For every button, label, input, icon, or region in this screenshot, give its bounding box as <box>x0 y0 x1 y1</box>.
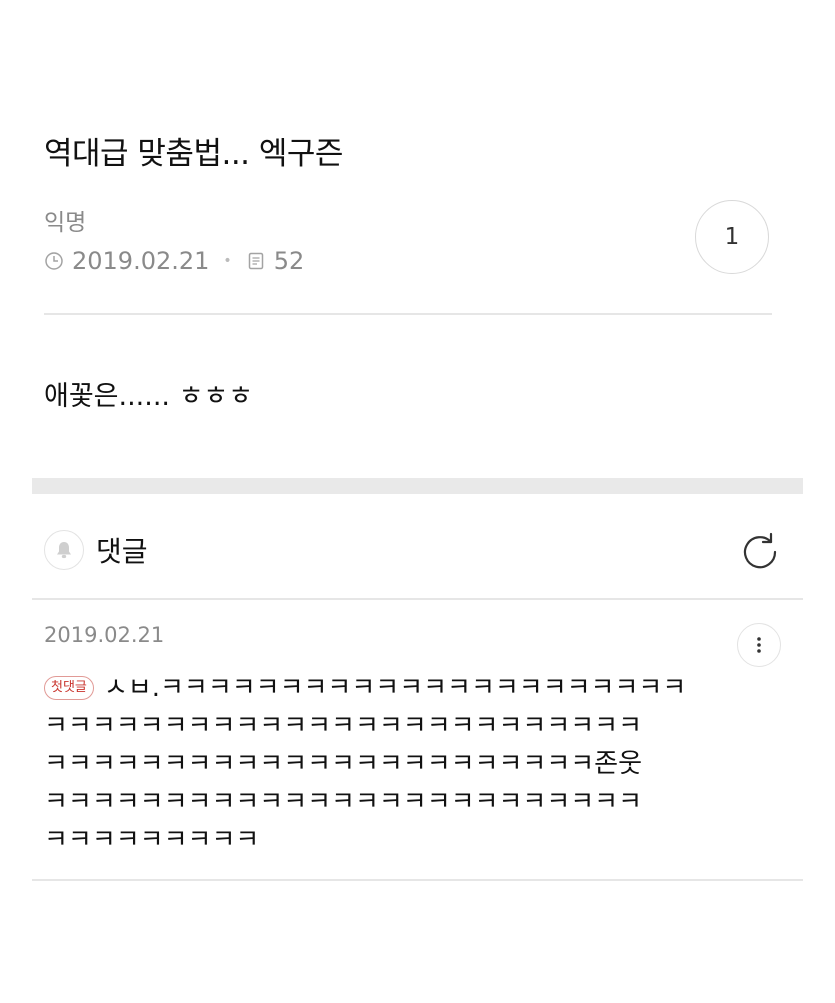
post-views: 52 <box>273 247 305 275</box>
comment-date: 2019.02.21 <box>44 623 165 647</box>
post-title: 역대급 맞춤법... 엑구즌 <box>44 136 343 172</box>
post-body: 애꽃은...... ㅎㅎㅎ <box>44 381 254 412</box>
comment-line: 첫댓글 ㅅㅂ.ㅋㅋㅋㅋㅋㅋㅋㅋㅋㅋㅋㅋㅋㅋㅋㅋㅋㅋㅋㅋㅋㅋ <box>44 669 724 707</box>
post-meta: 2019.02.21 • 52 <box>44 247 304 275</box>
refresh-icon <box>743 532 777 569</box>
like-button[interactable]: 1 <box>695 200 769 274</box>
like-count: 1 <box>724 224 740 250</box>
comment-more-button[interactable] <box>737 623 781 667</box>
post-header: 역대급 맞춤법... 엑구즌 <box>44 132 774 176</box>
comment-line: ㅋㅋㅋㅋㅋㅋㅋㅋㅋㅋㅋㅋㅋㅋㅋㅋㅋㅋㅋㅋㅋㅋㅋㅋㅋ <box>44 711 643 741</box>
post-author[interactable]: 익명 <box>44 203 86 237</box>
comment-body: 첫댓글 ㅅㅂ.ㅋㅋㅋㅋㅋㅋㅋㅋㅋㅋㅋㅋㅋㅋㅋㅋㅋㅋㅋㅋㅋㅋ ㅋㅋㅋㅋㅋㅋㅋㅋㅋㅋㅋ… <box>44 669 724 859</box>
bell-icon <box>57 542 71 559</box>
comments-divider <box>32 598 803 600</box>
comment-line: ㅋㅋㅋㅋㅋㅋㅋㅋㅋㅋㅋㅋㅋㅋㅋㅋㅋㅋㅋㅋㅋㅋㅋㅋㅋ <box>44 787 643 817</box>
meta-separator: • <box>223 253 232 269</box>
post-date: 2019.02.21 <box>72 247 210 275</box>
comments-title: 댓글 <box>96 535 148 568</box>
comment-divider <box>32 879 803 881</box>
comment-text: ㅅㅂ.ㅋㅋㅋㅋㅋㅋㅋㅋㅋㅋㅋㅋㅋㅋㅋㅋㅋㅋㅋㅋㅋㅋ <box>103 673 687 703</box>
notification-toggle[interactable] <box>44 530 84 570</box>
clock-icon <box>45 252 63 270</box>
section-separator <box>32 478 803 494</box>
first-comment-badge: 첫댓글 <box>44 676 94 700</box>
refresh-button[interactable] <box>738 530 782 574</box>
comments-header: 댓글 <box>44 530 148 570</box>
document-icon <box>248 252 263 270</box>
comment-line: ㅋㅋㅋㅋㅋㅋㅋㅋㅋㅋㅋㅋㅋㅋㅋㅋㅋㅋㅋㅋㅋㅋㅋ존웃 <box>44 749 643 779</box>
comment-line: ㅋㅋㅋㅋㅋㅋㅋㅋㅋ <box>44 825 260 855</box>
header-divider <box>44 313 772 315</box>
more-vertical-icon <box>757 637 761 653</box>
